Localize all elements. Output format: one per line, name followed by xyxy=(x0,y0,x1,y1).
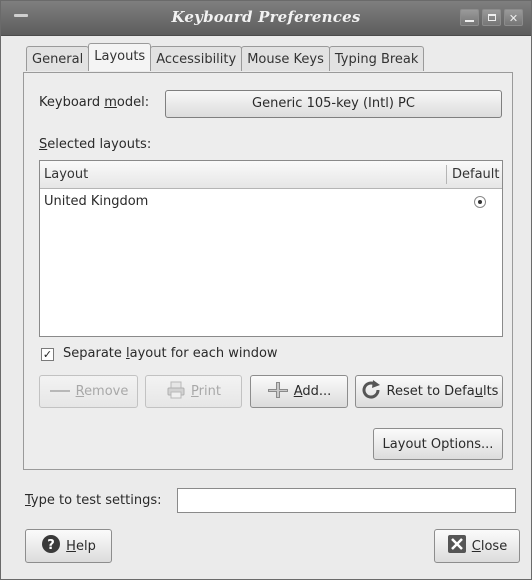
separate-layout-checkbox[interactable]: ✓ xyxy=(41,348,54,361)
printer-icon xyxy=(166,381,186,403)
default-radio[interactable] xyxy=(474,196,486,208)
close-icon xyxy=(447,534,467,558)
layouts-list[interactable]: Layout Default United Kingdom xyxy=(39,160,503,337)
help-button[interactable]: ? Help xyxy=(25,529,112,563)
window-title: Keyboard Preferences xyxy=(171,8,361,26)
tab-accessibility[interactable]: Accessibility xyxy=(150,46,243,71)
plus-icon xyxy=(267,381,289,403)
table-row[interactable]: United Kingdom xyxy=(40,189,502,215)
keyboard-preferences-window: Keyboard Preferences ✕ General Layouts A… xyxy=(0,0,532,580)
test-settings-label: Type to test settings: xyxy=(25,493,162,508)
tab-layouts[interactable]: Layouts xyxy=(88,43,152,71)
tab-bar: General Layouts Accessibility Mouse Keys… xyxy=(26,43,425,72)
column-header-layout[interactable]: Layout xyxy=(44,161,88,188)
help-icon: ? xyxy=(41,534,61,558)
selected-layouts-label: Selected layouts: xyxy=(39,137,152,152)
print-button[interactable]: Print xyxy=(145,375,242,408)
test-settings-input[interactable] xyxy=(177,488,516,513)
close-window-icon[interactable]: ✕ xyxy=(504,9,523,26)
svg-text:?: ? xyxy=(47,538,55,553)
layout-cell: United Kingdom xyxy=(44,194,149,209)
close-button[interactable]: Close xyxy=(434,529,520,563)
keyboard-model-label: Keyboard model: xyxy=(39,95,150,110)
reset-to-defaults-button[interactable]: Reset to Defaults xyxy=(355,375,503,408)
separate-layout-label[interactable]: Separate layout for each window xyxy=(63,346,278,361)
title-bar: Keyboard Preferences ✕ xyxy=(1,1,531,36)
column-header-default[interactable]: Default xyxy=(452,161,500,188)
tab-mouse-keys[interactable]: Mouse Keys xyxy=(241,46,330,71)
add-button[interactable]: Add... xyxy=(250,375,348,408)
layout-options-button[interactable]: Layout Options... xyxy=(373,428,503,460)
tab-typing-break[interactable]: Typing Break xyxy=(328,46,425,71)
tab-general[interactable]: General xyxy=(26,46,90,71)
maximize-icon[interactable] xyxy=(482,9,501,26)
minus-icon xyxy=(49,384,71,399)
keyboard-model-button[interactable]: Generic 105-key (Intl) PC xyxy=(165,90,502,118)
remove-button[interactable]: Remove xyxy=(39,375,138,408)
refresh-icon xyxy=(360,379,382,405)
list-header: Layout Default xyxy=(40,161,502,189)
minimize-icon[interactable] xyxy=(460,9,479,26)
